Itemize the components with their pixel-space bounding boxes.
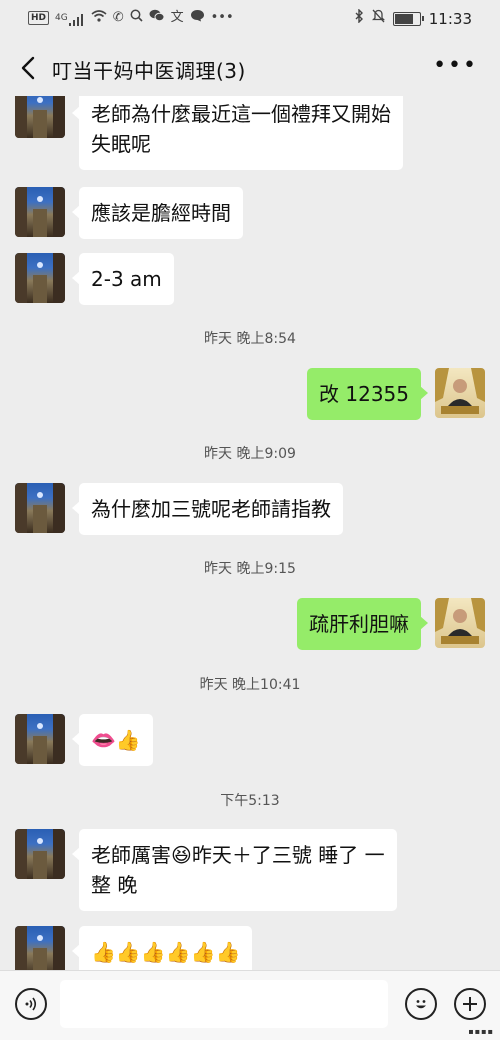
missed-call-icon: ✆ bbox=[112, 10, 124, 25]
message-text-line: 老師厲害😆昨天＋了三號 睡了 一 bbox=[91, 843, 385, 867]
timestamp: 昨天 晚上9:15 bbox=[204, 561, 296, 577]
timestamp: 昨天 晚上10:41 bbox=[199, 677, 301, 693]
chat-header: 叮当干妈中医调理(3) ••• bbox=[0, 40, 500, 96]
avatar[interactable] bbox=[15, 926, 65, 970]
voice-button[interactable] bbox=[15, 988, 47, 1020]
timestamp: 昨天 晚上9:09 bbox=[204, 446, 296, 462]
message-bubble[interactable]: 👍👍👍👍👍👍 bbox=[71, 926, 253, 970]
message-list[interactable]: 老師為什麼最近這一個禮拜又開始 失眠呢 應該是膽經時間 2-3 am 昨天 晚上… bbox=[0, 96, 500, 970]
message-bubble[interactable]: 改 12355 bbox=[307, 368, 428, 420]
net-label: 4G bbox=[55, 13, 68, 23]
message-text-line: 失眠呢 bbox=[91, 132, 151, 156]
message-bubble[interactable]: 為什麼加三號呢老師請指教 bbox=[72, 483, 343, 535]
message-emoji: 👍👍👍👍👍👍 bbox=[91, 940, 241, 964]
input-bar: ▪▪▪▪ bbox=[0, 970, 500, 1040]
battery-icon bbox=[392, 11, 424, 26]
translate-icon: 文 bbox=[170, 10, 184, 25]
wifi-icon bbox=[91, 9, 107, 27]
timestamp: 昨天 晚上8:54 bbox=[204, 331, 296, 347]
emoji-icon bbox=[416, 1000, 426, 1009]
search-icon bbox=[130, 9, 143, 27]
message-input[interactable] bbox=[60, 980, 388, 1028]
avatar[interactable] bbox=[15, 829, 65, 879]
message-bubble[interactable]: 老師為什麼最近這一個禮拜又開始 失眠呢 bbox=[72, 96, 403, 170]
message-bubble[interactable]: 👄👍 bbox=[72, 714, 153, 766]
emoji-button[interactable] bbox=[405, 988, 437, 1020]
avatar[interactable] bbox=[435, 598, 485, 648]
avatar[interactable] bbox=[15, 187, 65, 237]
chevron-left-icon bbox=[21, 56, 35, 80]
more-dots-icon: ••• bbox=[210, 10, 234, 25]
message-text: 應該是膽經時間 bbox=[91, 201, 231, 225]
message-bubble[interactable]: 2-3 am bbox=[72, 253, 174, 305]
4g-signal-icon: 4G bbox=[55, 10, 85, 26]
plus-button[interactable] bbox=[454, 988, 486, 1020]
message-emoji: 👄👍 bbox=[91, 728, 141, 752]
watermark-dots: ▪▪▪▪ bbox=[468, 1027, 494, 1036]
message-bubble[interactable]: 老師厲害😆昨天＋了三號 睡了 一 整 晚 bbox=[72, 829, 397, 911]
message-text-line: 老師為什麼最近這一個禮拜又開始 bbox=[91, 102, 391, 126]
message-text-line: 整 晚 bbox=[91, 873, 138, 897]
message-bubble[interactable]: 應該是膽經時間 bbox=[72, 187, 243, 239]
timestamp: 下午5:13 bbox=[220, 793, 280, 809]
clock: 11:33 bbox=[428, 9, 472, 28]
message-text: 2-3 am bbox=[91, 267, 162, 291]
back-button[interactable] bbox=[14, 52, 42, 84]
message-text: 疏肝利胆嘛 bbox=[309, 612, 409, 636]
status-bar: HD 4G ✆ 文 ••• 11:33 bbox=[0, 0, 500, 36]
message-text: 為什麼加三號呢老師請指教 bbox=[91, 497, 331, 521]
status-right: 11:33 bbox=[354, 8, 472, 28]
message-text: 改 12355 bbox=[319, 382, 409, 406]
chat-title: 叮当干妈中医调理(3) bbox=[52, 59, 246, 83]
bluetooth-icon bbox=[354, 8, 364, 28]
message-bubble[interactable]: 疏肝利胆嘛 bbox=[297, 598, 428, 650]
mute-bell-icon bbox=[371, 9, 385, 28]
wechat-icon bbox=[149, 9, 165, 27]
avatar[interactable] bbox=[435, 368, 485, 418]
more-options-button[interactable]: ••• bbox=[433, 55, 478, 77]
message-icon bbox=[190, 9, 205, 27]
plus-icon bbox=[463, 997, 477, 1011]
hd-badge: HD bbox=[28, 11, 50, 25]
avatar[interactable] bbox=[15, 96, 65, 138]
status-left: HD 4G ✆ 文 ••• bbox=[28, 9, 234, 27]
avatar[interactable] bbox=[15, 714, 65, 764]
avatar[interactable] bbox=[15, 253, 65, 303]
avatar[interactable] bbox=[15, 483, 65, 533]
voice-icon bbox=[25, 997, 37, 1011]
